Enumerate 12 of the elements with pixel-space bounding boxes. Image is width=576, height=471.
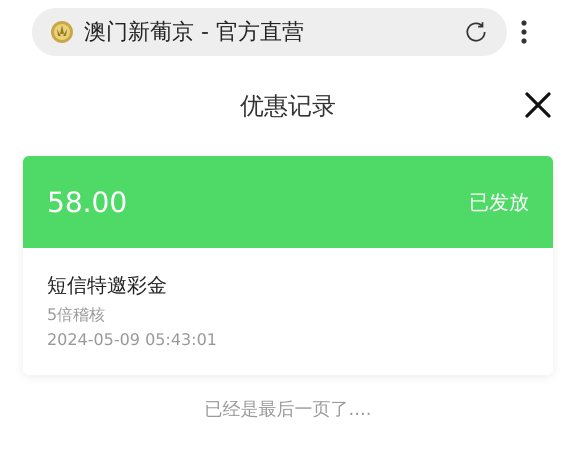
amount: 58.00 (47, 186, 128, 218)
site-logo-icon (50, 20, 74, 44)
page-title: 优惠记录 (240, 91, 336, 122)
record-name: 短信特邀彩金 (47, 272, 168, 299)
site-title: 澳门新葡京 - 官方直营 (84, 19, 305, 47)
close-icon[interactable] (524, 91, 552, 119)
status-label: 已发放 (469, 188, 529, 216)
requirement-text: 5倍稽核 (47, 305, 106, 326)
record-time: 2024-05-09 05:43:01 (47, 330, 218, 349)
address-bar[interactable]: 澳门新葡京 - 官方直营 (32, 8, 507, 56)
end-of-list-text: 已经是最后一页了.... (204, 399, 372, 420)
menu-icon[interactable] (521, 20, 527, 44)
